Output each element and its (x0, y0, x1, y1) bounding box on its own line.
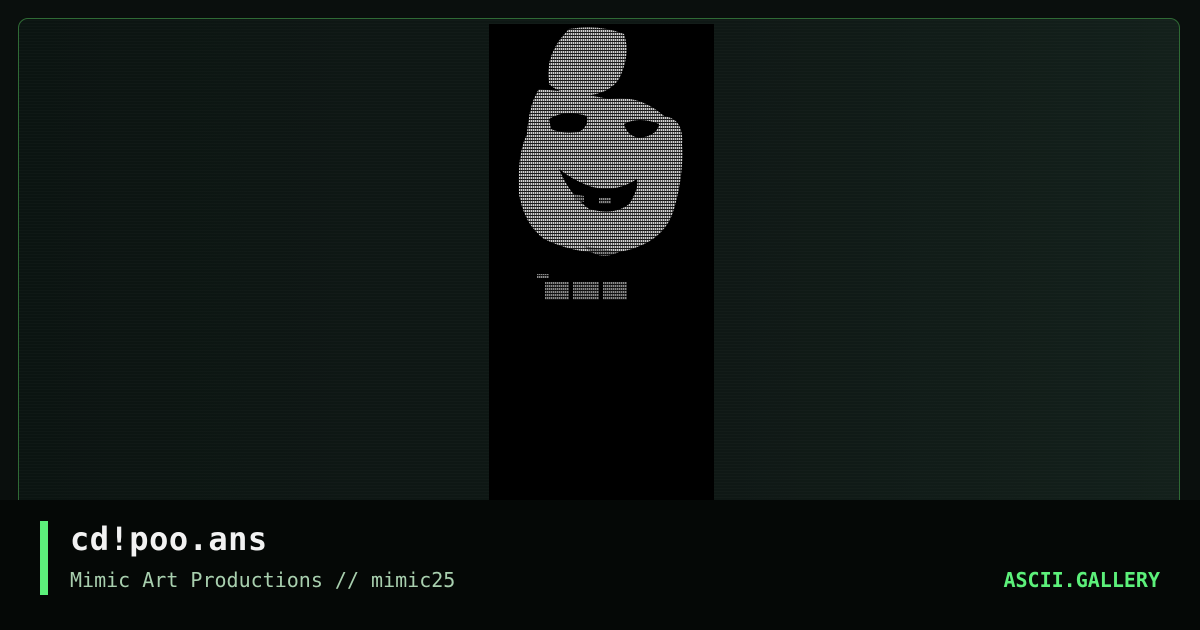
art-head-top (548, 27, 627, 96)
art-body (518, 89, 683, 253)
artwork-credit[interactable]: Mimic Art Productions // mimic25 (70, 568, 455, 592)
art-logo-block-3 (603, 282, 627, 300)
art-left-eye (549, 113, 588, 133)
art-signature-mark (537, 274, 549, 278)
site-brand-link[interactable]: ASCII.GALLERY (1003, 568, 1160, 592)
ansi-art-thumbnail (518, 27, 683, 300)
artwork-title[interactable]: cd!poo.ans (70, 520, 268, 558)
ansi-art-preview[interactable] (489, 24, 714, 502)
info-footer: cd!poo.ans Mimic Art Productions // mimi… (0, 500, 1200, 630)
accent-bar (40, 521, 48, 595)
art-logo-block-2 (573, 282, 599, 300)
art-logo-block-1 (545, 282, 569, 300)
